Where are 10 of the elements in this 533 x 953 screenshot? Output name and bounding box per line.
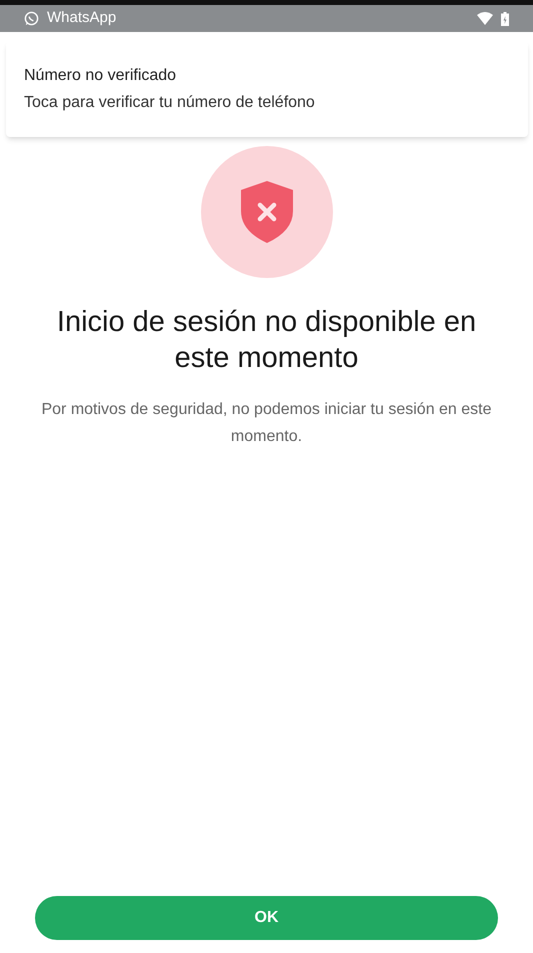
battery-icon [501, 12, 509, 26]
notification-text: Toca para verificar tu número de teléfono [24, 92, 316, 112]
chat-bubble-icon [24, 11, 39, 26]
wifi-icon [477, 12, 493, 25]
notification-card[interactable]: Número no verificado Toca para verificar tu número de teléfono [6, 41, 528, 137]
shield-x-icon [240, 181, 292, 243]
error-title: Inicio de sesión no disponible en este momento [56, 305, 478, 376]
app-name: WhatsApp [47, 8, 116, 28]
notification-title: Número no verificado [24, 66, 178, 86]
error-message: Por motivos de seguridad, no podemos iniciar tu sesión en este momento. [40, 400, 493, 447]
